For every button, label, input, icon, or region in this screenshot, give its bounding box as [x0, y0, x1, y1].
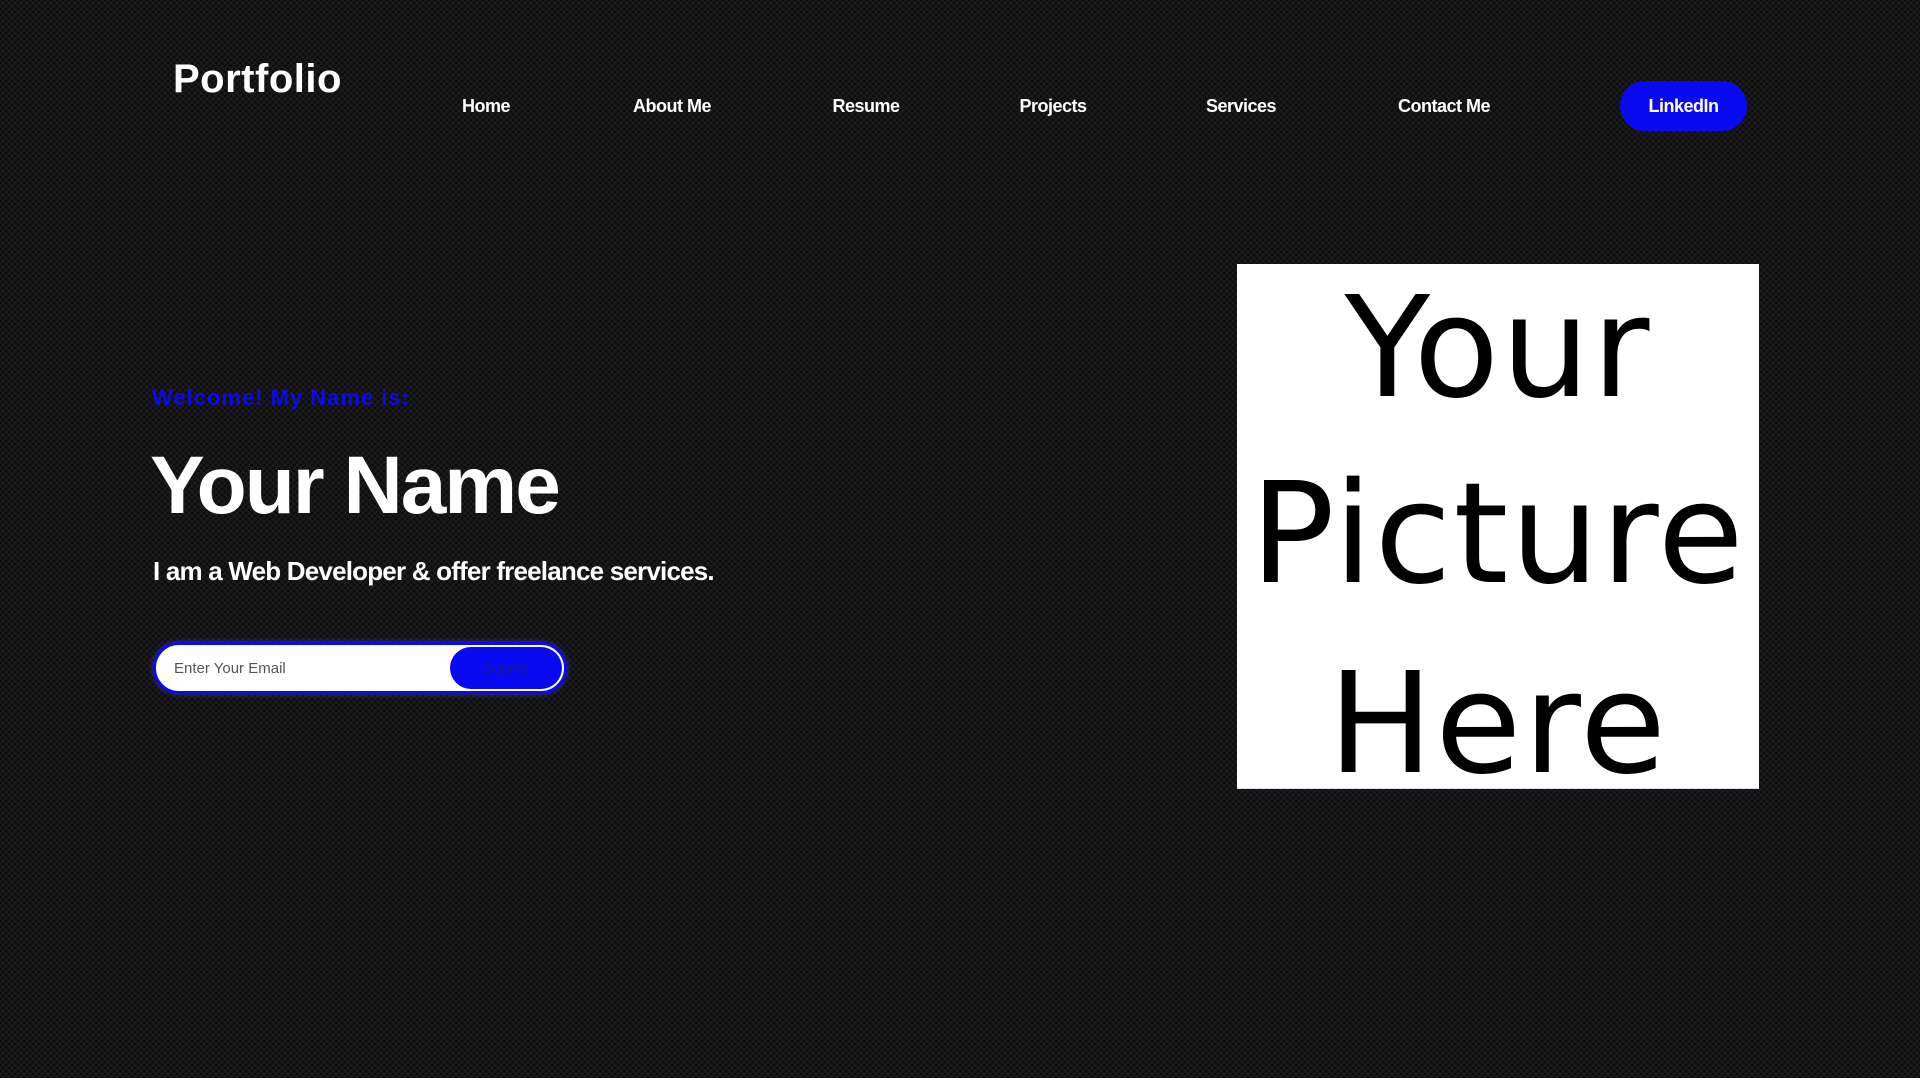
nav-about-me[interactable]: About Me [633, 95, 711, 117]
picture-text-line: Here [1327, 643, 1669, 789]
email-input[interactable] [174, 645, 444, 691]
picture-text-line: Picture [1250, 453, 1746, 616]
linkedin-button[interactable]: LinkedIn [1620, 81, 1747, 131]
hero-tagline: I am a Web Developer & offer freelance s… [153, 556, 715, 586]
nav-projects[interactable]: Projects [1019, 95, 1087, 117]
nav-resume[interactable]: Resume [832, 95, 900, 117]
hero-name: Your Name [150, 440, 561, 531]
profile-picture-placeholder: Your Picture Here [1237, 264, 1759, 788]
site-logo[interactable]: Portfolio [173, 54, 342, 104]
welcome-text: Welcome! My Name is: [152, 385, 411, 410]
submit-button[interactable]: Submit [450, 647, 562, 689]
nav-home[interactable]: Home [462, 95, 511, 117]
email-signup-form: Submit [153, 642, 567, 694]
picture-text-line: Your [1344, 267, 1652, 430]
nav-services[interactable]: Services [1206, 95, 1277, 117]
nav-contact-me[interactable]: Contact Me [1398, 95, 1491, 117]
